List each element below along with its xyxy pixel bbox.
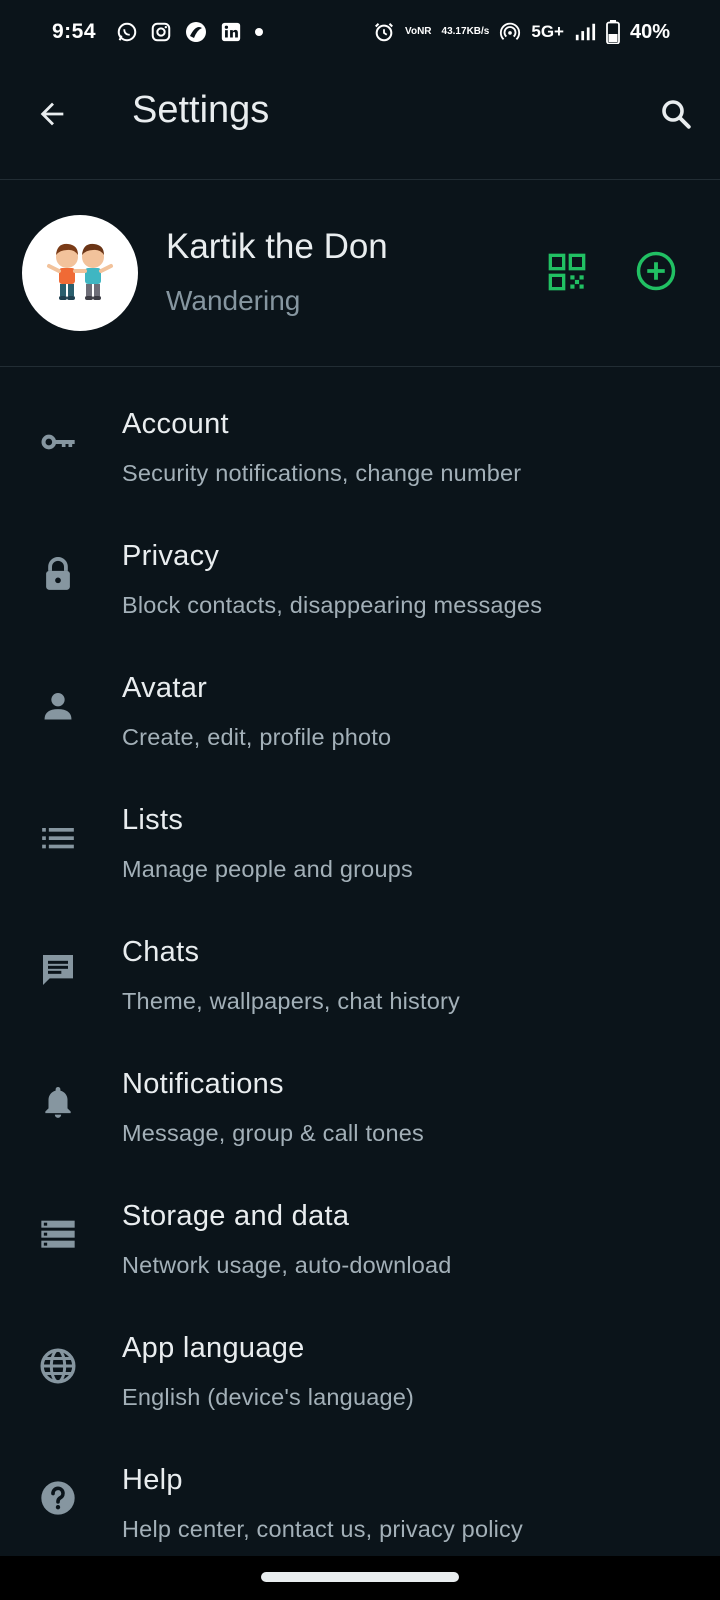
settings-item-avatar[interactable]: Avatar Create, edit, profile photo xyxy=(0,644,720,776)
settings-item-subtitle: Block contacts, disappearing messages xyxy=(122,592,543,618)
settings-item-title: Help xyxy=(122,1464,183,1496)
volte-top-text: Vo xyxy=(405,26,418,37)
app-bar: Settings xyxy=(0,64,720,180)
profile-header[interactable]: Kartik the Don Wandering xyxy=(0,181,720,367)
network-type: 5G+ xyxy=(531,22,564,41)
profile-name: Kartik the Don xyxy=(166,227,388,266)
settings-item-subtitle: Network usage, auto-download xyxy=(122,1252,452,1278)
settings-item-subtitle: Help center, contact us, privacy policy xyxy=(122,1516,523,1542)
settings-item-notifications[interactable]: Notifications Message, group & call tone… xyxy=(0,1040,720,1172)
network-speed-value: 43.17 xyxy=(441,26,467,37)
status-time: 9:54 xyxy=(52,20,97,43)
settings-item-title: Account xyxy=(122,408,229,440)
settings-item-title: Notifications xyxy=(122,1068,284,1100)
battery-icon xyxy=(606,20,620,44)
settings-item-title: Chats xyxy=(122,936,200,968)
battery-percent: 40% xyxy=(629,20,670,43)
person-icon xyxy=(36,684,80,728)
arrow-left-icon xyxy=(40,102,64,126)
hotspot-icon xyxy=(499,21,521,43)
instagram-notification-icon xyxy=(150,21,172,43)
qr-code-button[interactable] xyxy=(546,251,588,293)
settings-item-title: Lists xyxy=(122,804,184,836)
avatar[interactable] xyxy=(22,215,138,331)
settings-item-app-language[interactable]: App language English (device's language) xyxy=(0,1304,720,1436)
settings-item-subtitle: Message, group & call tones xyxy=(122,1120,424,1146)
settings-item-subtitle: English (device's language) xyxy=(122,1384,415,1410)
more-notifications-dot-icon xyxy=(254,27,264,37)
volte-bottom-text: NR xyxy=(417,26,432,37)
navigation-bar xyxy=(0,1556,720,1600)
app-notification-icon xyxy=(184,20,208,44)
home-gesture-handle[interactable] xyxy=(261,1572,459,1582)
settings-item-subtitle: Security notifications, change number xyxy=(122,460,522,486)
status-bar: 9:54 Vo NR 43.17 KB/s 5G+ 40% xyxy=(0,0,720,64)
settings-item-title: Privacy xyxy=(122,540,220,572)
settings-item-subtitle: Create, edit, profile photo xyxy=(122,724,392,750)
page-title: Settings xyxy=(132,89,270,131)
settings-list: Account Security notifications, change n… xyxy=(0,380,720,1568)
signal-icon xyxy=(574,21,596,43)
globe-icon xyxy=(36,1344,80,1388)
settings-item-title: App language xyxy=(122,1332,305,1364)
settings-item-account[interactable]: Account Security notifications, change n… xyxy=(0,380,720,512)
lock-icon xyxy=(36,552,80,596)
network-speed: 43.17 KB/s xyxy=(442,27,490,37)
settings-item-subtitle: Manage people and groups xyxy=(122,856,413,882)
settings-item-chats[interactable]: Chats Theme, wallpapers, chat history xyxy=(0,908,720,1040)
settings-item-privacy[interactable]: Privacy Block contacts, disappearing mes… xyxy=(0,512,720,644)
volte-indicator: Vo NR xyxy=(405,27,432,37)
help-icon xyxy=(36,1476,80,1520)
list-icon xyxy=(36,816,80,860)
settings-item-title: Storage and data xyxy=(122,1200,350,1232)
search-icon xyxy=(662,100,691,129)
profile-status: Wandering xyxy=(166,285,301,316)
search-button[interactable] xyxy=(654,92,698,136)
settings-item-storage[interactable]: Storage and data Network usage, auto-dow… xyxy=(0,1172,720,1304)
network-speed-unit: KB/s xyxy=(466,26,490,37)
settings-item-lists[interactable]: Lists Manage people and groups xyxy=(0,776,720,908)
alarm-icon xyxy=(373,21,395,43)
settings-item-title: Avatar xyxy=(122,672,208,704)
status-bar-right: Vo NR 43.17 KB/s 5G+ 40% xyxy=(373,20,670,44)
profile-photo-icon xyxy=(47,243,113,300)
settings-item-subtitle: Theme, wallpapers, chat history xyxy=(122,988,460,1014)
back-button[interactable] xyxy=(32,94,72,134)
qr-code-icon xyxy=(548,253,586,291)
plus-circle-icon xyxy=(636,251,676,291)
storage-icon xyxy=(36,1212,80,1256)
chat-icon xyxy=(36,948,80,992)
add-account-button[interactable] xyxy=(634,249,678,293)
status-bar-left: 9:54 xyxy=(52,20,276,44)
whatsapp-notification-icon xyxy=(116,21,138,43)
linkedin-notification-icon xyxy=(220,21,242,43)
bell-icon xyxy=(36,1080,80,1124)
key-icon xyxy=(36,420,80,464)
settings-screen: 9:54 Vo NR 43.17 KB/s 5G+ 40% Settings K… xyxy=(0,0,720,1600)
settings-item-help[interactable]: Help Help center, contact us, privacy po… xyxy=(0,1436,720,1568)
